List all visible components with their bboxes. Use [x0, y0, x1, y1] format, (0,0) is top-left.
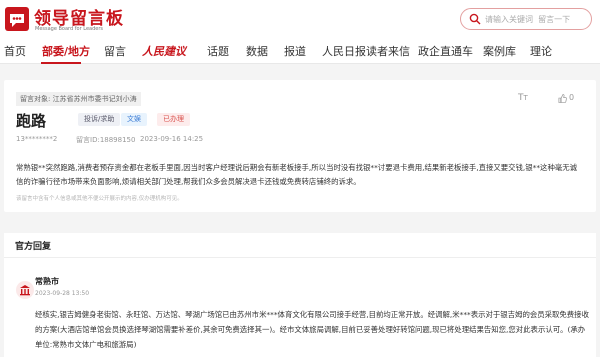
reply-heading: 官方回复: [15, 242, 52, 252]
search-box: [460, 8, 592, 30]
message-title: 跑路: [16, 112, 47, 130]
reply-organization: 常熟市: [35, 277, 59, 286]
message-board-logo-icon[interactable]: [4, 6, 30, 32]
nav-active-indicator: [41, 62, 81, 64]
official-reply-section: 官方回复 常熟市 2023-09-28 13:50 经核实,银吉姆健身老街馆、永…: [4, 233, 596, 357]
site-subtitle: Message Board for Leaders: [35, 26, 104, 32]
nav-item-ministries-local[interactable]: 部委/地方: [42, 43, 90, 59]
message-body: 常熟银**突然跑路,消费者预存资金都在老板手里面,因当时客户经理说后期会有新老板…: [16, 163, 578, 186]
message-author: 13********2: [16, 135, 58, 143]
message-card: 留言对象: 江苏省苏州市委书记刘小涛 TT 0 跑路 投诉/求助 文娱 已办理 …: [4, 80, 596, 212]
nav-item-people-suggestions[interactable]: 人民建议: [142, 43, 186, 59]
divider: [4, 257, 596, 258]
government-building-icon: [20, 285, 30, 296]
main-nav: 首页 部委/地方 留言 人民建议 话题 数据 报道 人民日报读者来信 政企直通车…: [0, 38, 600, 64]
nav-item-messages[interactable]: 留言: [104, 43, 126, 59]
search-icon[interactable]: [469, 13, 481, 25]
nav-item-reports[interactable]: 报道: [284, 43, 306, 59]
tag-field: 文娱: [121, 113, 147, 126]
nav-item-case-library[interactable]: 案例库: [483, 43, 516, 59]
thumbs-up-icon[interactable]: [558, 94, 567, 103]
message-time: 2023-09-16 14:25: [140, 135, 204, 143]
privacy-disclaimer: 该留言中含有个人信息或其他不便公开展示的内容,仅办理机构可见。: [16, 196, 183, 202]
nav-item-reader-letters[interactable]: 人民日报读者来信: [322, 43, 410, 59]
like-count: 0: [569, 93, 575, 102]
message-id: 留言ID:18898150: [76, 136, 136, 144]
tag-category: 投诉/求助: [78, 113, 121, 126]
avatar: [16, 281, 34, 299]
status-badge: 已办理: [157, 113, 190, 126]
search-input[interactable]: [485, 12, 587, 26]
site-header: 领导留言板 Message Board for Leaders: [0, 0, 600, 38]
font-size-icon[interactable]: TT: [518, 93, 528, 103]
nav-item-home[interactable]: 首页: [4, 43, 26, 59]
nav-item-theory[interactable]: 理论: [530, 43, 552, 59]
nav-item-data[interactable]: 数据: [246, 43, 268, 59]
nav-item-topics[interactable]: 话题: [207, 43, 229, 59]
reply-time: 2023-09-28 13:50: [35, 290, 90, 297]
reply-body: 经核实,银吉姆健身老街馆、永旺馆、万达馆、琴湖广场馆已由苏州市米***体育文化有…: [35, 310, 589, 349]
message-target[interactable]: 留言对象: 江苏省苏州市委书记刘小涛: [16, 92, 141, 106]
nav-item-gov-enterprise[interactable]: 政企直通车: [418, 43, 473, 59]
font-size-label: T: [523, 94, 528, 102]
